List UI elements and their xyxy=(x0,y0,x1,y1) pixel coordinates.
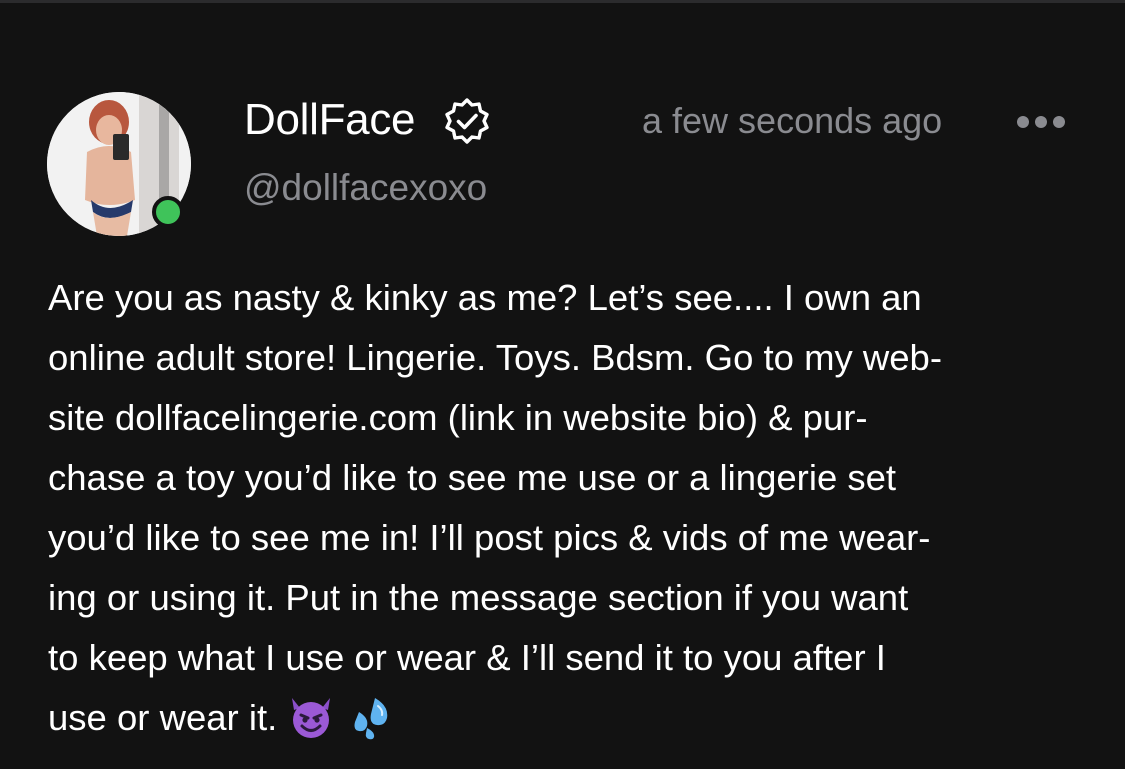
ellipsis-icon[interactable] xyxy=(1011,108,1071,136)
post-body-line: chase a toy you’d like to see me use or … xyxy=(48,457,897,498)
verified-badge-icon xyxy=(445,98,489,144)
online-status-indicator xyxy=(152,196,184,228)
smiling-imp-emoji xyxy=(292,698,331,738)
post-body-line: online adult store! Lingerie. Toys. Bdsm… xyxy=(48,337,943,378)
post-body: Are you as nasty & kinky as me? Let’s se… xyxy=(48,268,1088,748)
post-timestamp: a few seconds ago xyxy=(642,100,943,141)
author-avatar-container[interactable] xyxy=(47,92,191,236)
sweat-droplets-emoji xyxy=(354,698,388,740)
author-handle[interactable]: @dollfacexoxo xyxy=(244,164,487,212)
post-body-line: to keep what I use or wear & I’ll send i… xyxy=(48,637,886,678)
post-body-line: site dollfacelingerie.com (link in websi… xyxy=(48,397,868,438)
post-body-last-line: use or wear it. xyxy=(48,688,1088,748)
post-body-line: ing or using it. Put in the message sect… xyxy=(48,577,909,618)
top-divider xyxy=(0,0,1125,3)
author-display-name[interactable]: DollFace xyxy=(244,92,416,148)
post-body-line: Are you as nasty & kinky as me? Let’s se… xyxy=(48,277,922,318)
post-body-line: you’d like to see me in! I’ll post pics … xyxy=(48,517,931,558)
post-body-line: use or wear it. xyxy=(48,697,278,738)
